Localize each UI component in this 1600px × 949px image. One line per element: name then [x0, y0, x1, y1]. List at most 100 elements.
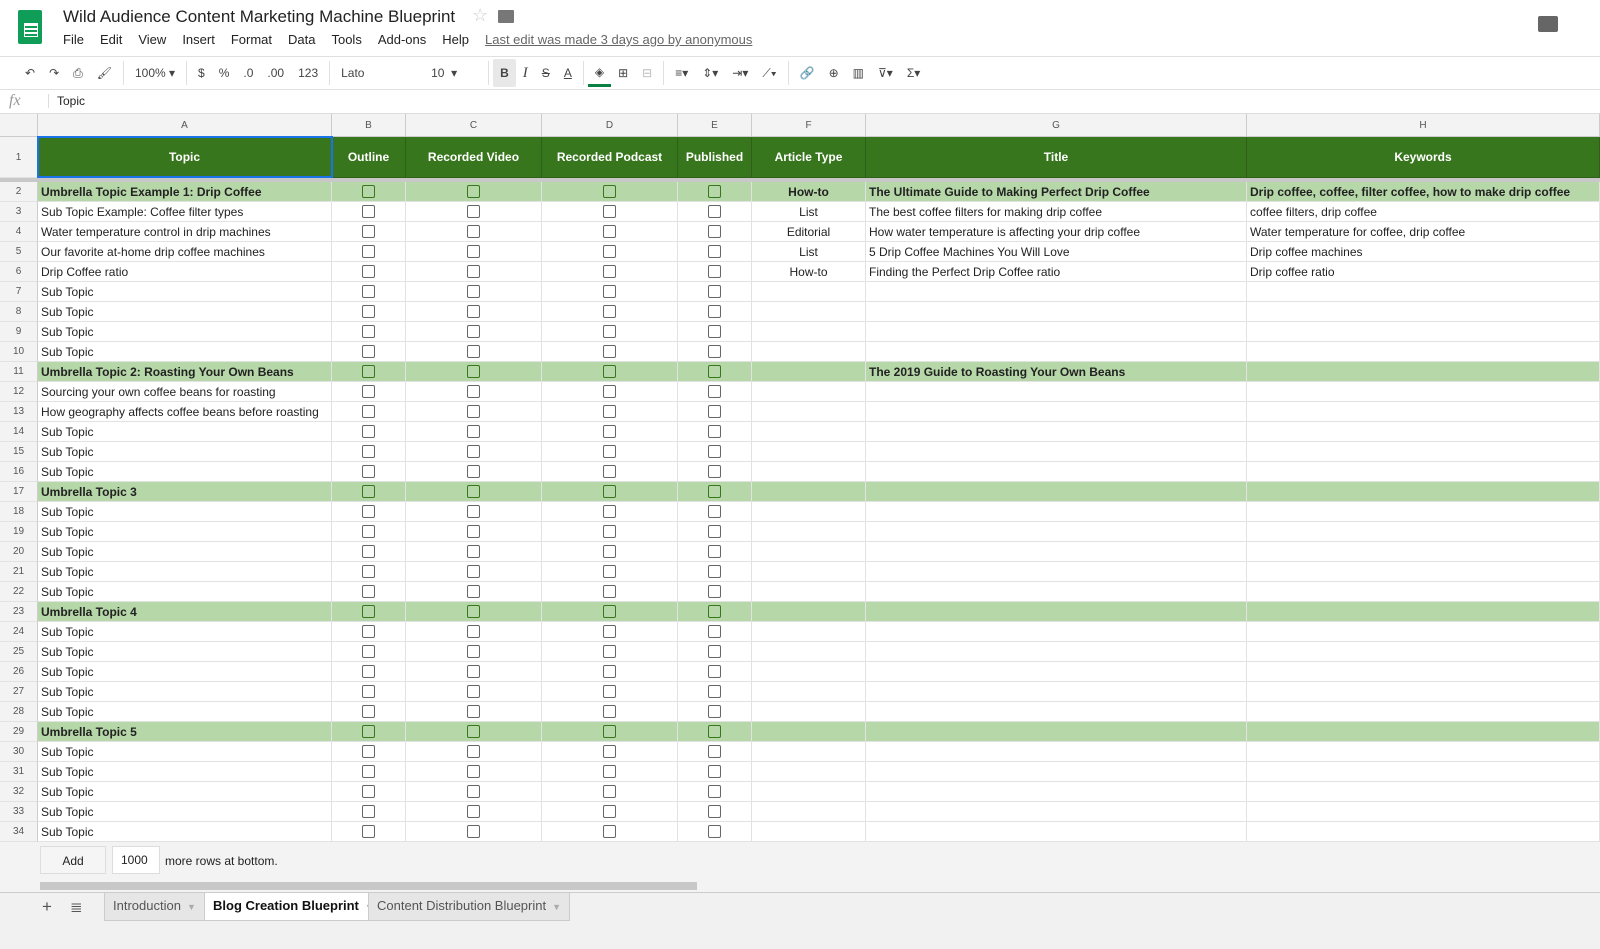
published-checkbox[interactable] [708, 325, 721, 338]
title-cell[interactable] [866, 422, 1247, 442]
recorded-video-checkbox[interactable] [467, 185, 480, 198]
align-icon[interactable]: ≡▾ [668, 59, 695, 87]
row-number[interactable]: 3 [0, 202, 38, 222]
menu-tools[interactable]: Tools [331, 32, 361, 47]
recorded-video-checkbox[interactable] [467, 485, 480, 498]
header-cell[interactable]: Recorded Video [406, 137, 542, 178]
row-number[interactable]: 16 [0, 462, 38, 482]
published-checkbox[interactable] [708, 805, 721, 818]
article-type-cell[interactable] [752, 802, 866, 822]
topic-cell[interactable]: Sub Topic [38, 282, 332, 302]
topic-cell[interactable]: Sub Topic [38, 622, 332, 642]
outline-checkbox[interactable] [362, 585, 375, 598]
topic-cell[interactable]: Umbrella Topic 2: Roasting Your Own Bean… [38, 362, 332, 382]
topic-cell[interactable]: Sub Topic Example: Coffee filter types [38, 202, 332, 222]
topic-cell[interactable]: Umbrella Topic 4 [38, 602, 332, 622]
horizontal-scrollbar[interactable] [40, 882, 697, 890]
recorded-podcast-checkbox[interactable] [603, 645, 616, 658]
article-type-cell[interactable]: Editorial [752, 222, 866, 242]
recorded-podcast-checkbox[interactable] [603, 605, 616, 618]
keywords-cell[interactable] [1247, 302, 1600, 322]
row-number[interactable]: 26 [0, 662, 38, 682]
recorded-video-checkbox[interactable] [467, 825, 480, 838]
comments-icon[interactable] [1538, 16, 1558, 32]
font-select[interactable]: Lato [334, 59, 424, 87]
topic-cell[interactable]: Sub Topic [38, 662, 332, 682]
topic-cell[interactable]: Sub Topic [38, 342, 332, 362]
published-checkbox[interactable] [708, 685, 721, 698]
row-number[interactable]: 7 [0, 282, 38, 302]
article-type-cell[interactable] [752, 622, 866, 642]
article-type-cell[interactable] [752, 362, 866, 382]
recorded-video-checkbox[interactable] [467, 725, 480, 738]
published-checkbox[interactable] [708, 185, 721, 198]
recorded-podcast-checkbox[interactable] [603, 265, 616, 278]
font-size-select[interactable]: 10 ▾ [424, 59, 484, 87]
recorded-podcast-checkbox[interactable] [603, 685, 616, 698]
comment-add-icon[interactable]: ⊕ [822, 59, 846, 87]
outline-checkbox[interactable] [362, 445, 375, 458]
header-cell[interactable]: Outline [332, 137, 406, 178]
row-number[interactable]: 34 [0, 822, 38, 842]
article-type-cell[interactable] [752, 462, 866, 482]
outline-checkbox[interactable] [362, 785, 375, 798]
keywords-cell[interactable] [1247, 682, 1600, 702]
row-number[interactable]: 1 [0, 137, 38, 178]
outline-checkbox[interactable] [362, 185, 375, 198]
published-checkbox[interactable] [708, 345, 721, 358]
topic-cell[interactable]: Sub Topic [38, 522, 332, 542]
recorded-video-checkbox[interactable] [467, 565, 480, 578]
published-checkbox[interactable] [708, 585, 721, 598]
article-type-cell[interactable] [752, 642, 866, 662]
article-type-cell[interactable] [752, 822, 866, 842]
recorded-video-checkbox[interactable] [467, 405, 480, 418]
recorded-video-checkbox[interactable] [467, 365, 480, 378]
published-checkbox[interactable] [708, 785, 721, 798]
column-header-H[interactable]: H [1247, 114, 1600, 137]
fill-color-icon[interactable]: ◈ [587, 59, 612, 87]
recorded-podcast-checkbox[interactable] [603, 425, 616, 438]
recorded-podcast-checkbox[interactable] [603, 285, 616, 298]
topic-cell[interactable]: Sub Topic [38, 462, 332, 482]
article-type-cell[interactable] [752, 402, 866, 422]
keywords-cell[interactable] [1247, 582, 1600, 602]
article-type-cell[interactable] [752, 302, 866, 322]
recorded-podcast-checkbox[interactable] [603, 585, 616, 598]
recorded-podcast-checkbox[interactable] [603, 205, 616, 218]
menu-view[interactable]: View [138, 32, 166, 47]
outline-checkbox[interactable] [362, 485, 375, 498]
recorded-video-checkbox[interactable] [467, 465, 480, 478]
recorded-video-checkbox[interactable] [467, 525, 480, 538]
title-cell[interactable] [866, 582, 1247, 602]
published-checkbox[interactable] [708, 705, 721, 718]
recorded-podcast-checkbox[interactable] [603, 365, 616, 378]
article-type-cell[interactable] [752, 742, 866, 762]
topic-cell[interactable]: Umbrella Topic 5 [38, 722, 332, 742]
keywords-cell[interactable] [1247, 822, 1600, 842]
article-type-cell[interactable]: List [752, 202, 866, 222]
recorded-video-checkbox[interactable] [467, 205, 480, 218]
row-number[interactable]: 5 [0, 242, 38, 262]
outline-checkbox[interactable] [362, 525, 375, 538]
recorded-video-checkbox[interactable] [467, 445, 480, 458]
keywords-cell[interactable] [1247, 662, 1600, 682]
outline-checkbox[interactable] [362, 365, 375, 378]
topic-cell[interactable]: Sub Topic [38, 442, 332, 462]
topic-cell[interactable]: Sub Topic [38, 762, 332, 782]
published-checkbox[interactable] [708, 645, 721, 658]
published-checkbox[interactable] [708, 225, 721, 238]
chart-icon[interactable]: ▥ [846, 59, 871, 87]
recorded-podcast-checkbox[interactable] [603, 565, 616, 578]
published-checkbox[interactable] [708, 505, 721, 518]
outline-checkbox[interactable] [362, 425, 375, 438]
keywords-cell[interactable] [1247, 422, 1600, 442]
folder-icon[interactable] [498, 10, 514, 23]
row-number[interactable]: 4 [0, 222, 38, 242]
row-number[interactable]: 15 [0, 442, 38, 462]
recorded-podcast-checkbox[interactable] [603, 445, 616, 458]
published-checkbox[interactable] [708, 725, 721, 738]
recorded-video-checkbox[interactable] [467, 345, 480, 358]
row-number[interactable]: 27 [0, 682, 38, 702]
title-cell[interactable] [866, 642, 1247, 662]
column-header-B[interactable]: B [332, 114, 406, 137]
